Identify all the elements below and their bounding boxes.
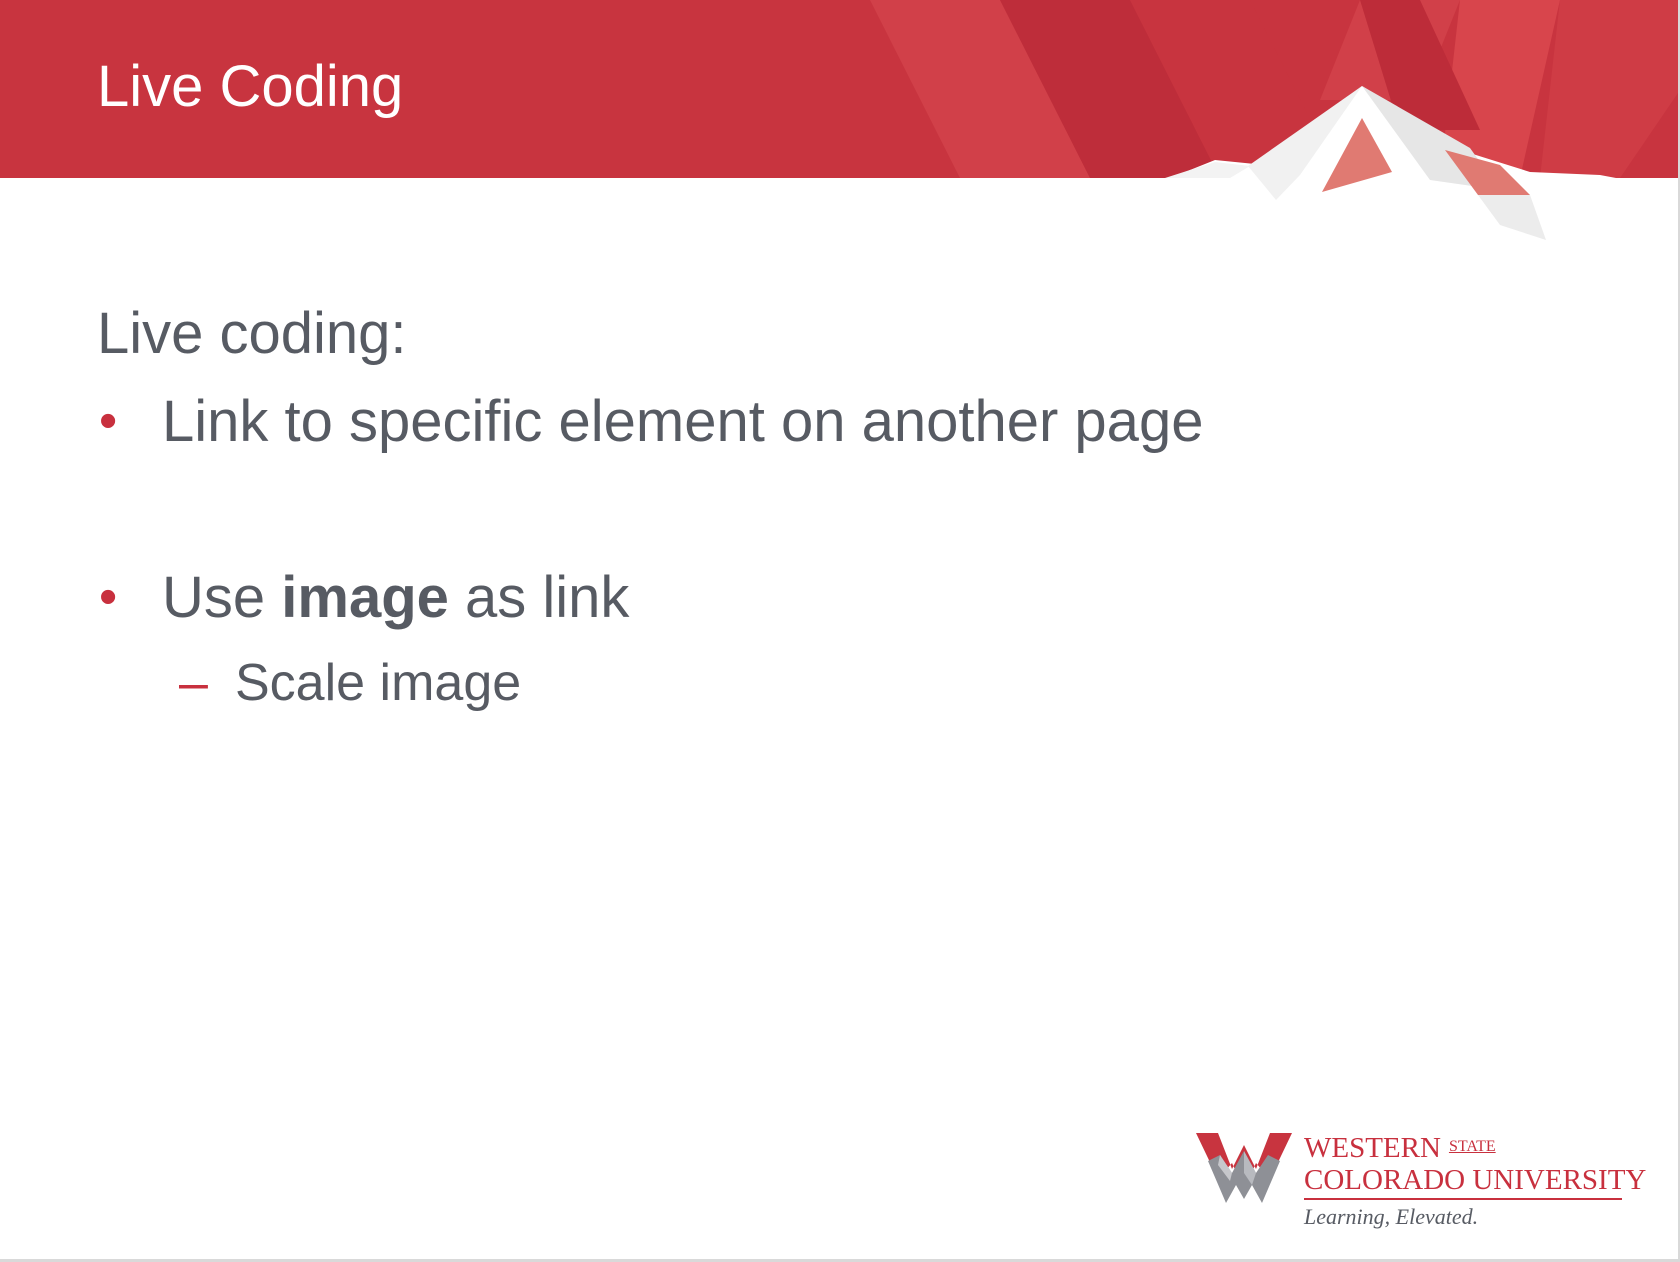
university-w-logo-icon: [1196, 1133, 1292, 1203]
logo-western: WESTERN: [1304, 1132, 1441, 1164]
slide: Live Coding Live coding: • Link to speci…: [0, 0, 1680, 1262]
logo-tagline: Learning, Elevated.: [1304, 1204, 1479, 1229]
slide-title: Live Coding: [97, 54, 404, 119]
header-mountain-banner: [0, 0, 1680, 260]
bullet-text: Link to specific element on another page: [162, 389, 1204, 454]
sub-bullet-dash-icon: –: [179, 654, 208, 712]
bullet-dot-icon: •: [99, 568, 118, 626]
logo-wordmark-line1: WESTERN STATE: [1304, 1134, 1496, 1163]
intro-text: Live coding:: [97, 301, 407, 366]
bullet-dot-icon: •: [99, 392, 118, 450]
bullet-item: • Link to specific element on another pa…: [97, 393, 1203, 451]
slide-body: Live coding: • Link to specific element …: [97, 301, 1203, 710]
logo-divider: [1304, 1198, 1622, 1200]
logo-state: STATE: [1448, 1138, 1496, 1155]
sub-bullet-item: – Scale image: [97, 657, 1203, 709]
sub-bullet-text: Scale image: [235, 654, 522, 712]
bullet-text-after: as link: [448, 565, 630, 630]
bullet-text-before: Use: [162, 565, 282, 630]
bullet-item: • Use image as link: [97, 569, 1203, 627]
bullet-text-bold: image: [281, 565, 449, 630]
logo-wordmark-line2: COLORADO UNIVERSITY: [1304, 1164, 1647, 1196]
